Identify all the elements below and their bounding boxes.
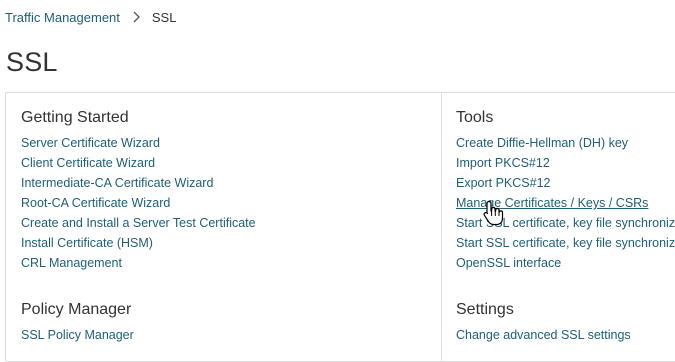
page-title: SSL: [6, 47, 58, 77]
link-start-ssl-sync-1[interactable]: Start SSL certificate, key file synchron…: [456, 213, 675, 233]
link-start-ssl-sync-2[interactable]: Start SSL certificate, key file synchron…: [456, 233, 675, 253]
link-create-dh-key[interactable]: Create Diffie-Hellman (DH) key: [456, 133, 675, 153]
link-import-pkcs12[interactable]: Import PKCS#12: [456, 153, 675, 173]
breadcrumb-traffic-management[interactable]: Traffic Management: [5, 10, 120, 25]
link-manage-certificates-keys-csrs[interactable]: Manage Certificates / Keys / CSRs: [456, 193, 675, 213]
link-change-advanced-ssl-settings[interactable]: Change advanced SSL settings: [456, 325, 631, 345]
tools-section: Tools Create Diffie-Hellman (DH) key Imp…: [456, 107, 675, 273]
getting-started-section: Getting Started Server Certificate Wizar…: [21, 107, 256, 273]
link-server-certificate-wizard[interactable]: Server Certificate Wizard: [21, 133, 256, 153]
section-title-getting-started: Getting Started: [21, 109, 129, 126]
link-openssl-interface[interactable]: OpenSSL interface: [456, 253, 675, 273]
policy-manager-section: Policy Manager SSL Policy Manager: [21, 299, 134, 345]
link-client-certificate-wizard[interactable]: Client Certificate Wizard: [21, 153, 256, 173]
breadcrumb: Traffic Management SSL: [5, 8, 176, 26]
settings-links: Change advanced SSL settings: [456, 325, 631, 345]
link-create-install-server-test-certificate[interactable]: Create and Install a Server Test Certifi…: [21, 213, 256, 233]
settings-section: Settings Change advanced SSL settings: [456, 299, 631, 345]
link-export-pkcs12[interactable]: Export PKCS#12: [456, 173, 675, 193]
breadcrumb-current: SSL: [151, 9, 177, 25]
policy-manager-links: SSL Policy Manager: [21, 325, 134, 345]
link-ssl-policy-manager[interactable]: SSL Policy Manager: [21, 325, 134, 345]
link-intermediate-ca-certificate-wizard[interactable]: Intermediate-CA Certificate Wizard: [21, 173, 256, 193]
ssl-panel: Getting Started Server Certificate Wizar…: [5, 92, 675, 362]
section-title-policy-manager: Policy Manager: [21, 301, 132, 318]
link-crl-management[interactable]: CRL Management: [21, 253, 256, 273]
column-divider: [441, 93, 442, 361]
section-title-tools: Tools: [456, 109, 494, 126]
tools-links: Create Diffie-Hellman (DH) key Import PK…: [456, 133, 675, 273]
link-install-certificate-hsm[interactable]: Install Certificate (HSM): [21, 233, 256, 253]
link-root-ca-certificate-wizard[interactable]: Root-CA Certificate Wizard: [21, 193, 256, 213]
getting-started-links: Server Certificate Wizard Client Certifi…: [21, 133, 256, 273]
chevron-right-icon: [133, 11, 140, 23]
section-title-settings: Settings: [456, 301, 514, 318]
